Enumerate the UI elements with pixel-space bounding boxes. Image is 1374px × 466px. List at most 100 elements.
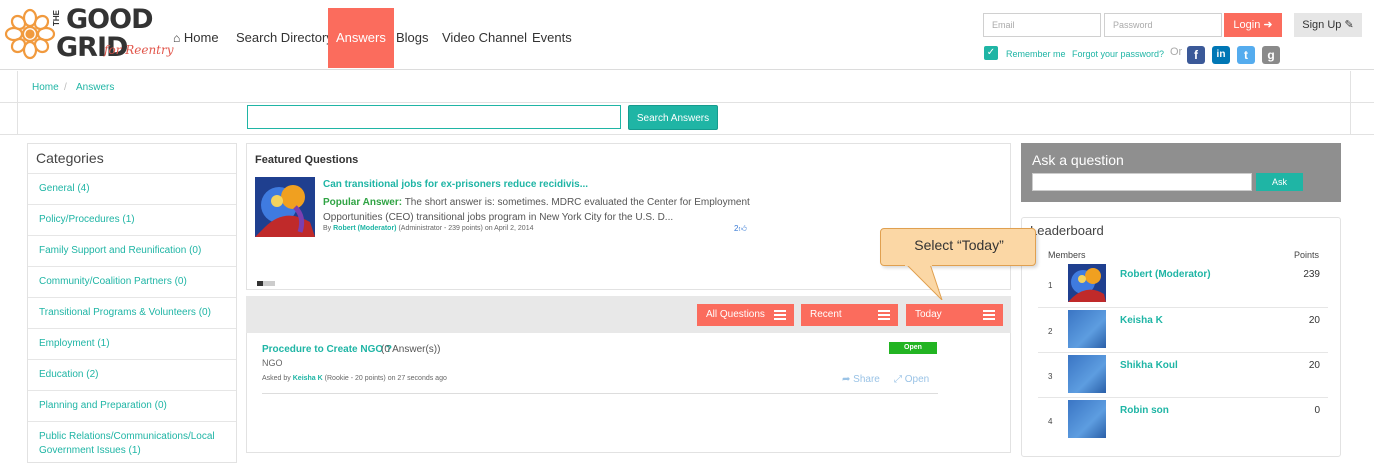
logo-the: THE xyxy=(52,10,61,26)
menu-icon xyxy=(878,310,890,320)
leaderboard-member-points: 20 xyxy=(1308,315,1320,326)
filter-today-label: Today xyxy=(915,309,942,320)
categories-panel: Categories General (4) Policy/Procedures… xyxy=(27,143,237,463)
breadcrumb xyxy=(0,71,1374,103)
remember-me-label: Remember me xyxy=(1006,49,1066,59)
leaderboard-rank: 3 xyxy=(1048,372,1053,381)
filter-recent-label: Recent xyxy=(810,309,842,320)
signup-button[interactable]: Sign Up ✎ xyxy=(1294,13,1362,37)
question-divider xyxy=(262,393,938,394)
nav-answers[interactable]: Answers xyxy=(328,8,394,68)
remember-me-checkbox[interactable]: ✓ xyxy=(984,46,998,60)
category-item[interactable]: Education (2) xyxy=(28,359,236,390)
carousel-dot[interactable] xyxy=(263,281,275,286)
leaderboard-row: 4 Robin son 0 xyxy=(1038,397,1328,442)
logo-flower-icon xyxy=(4,8,56,60)
nav-video-channel[interactable]: Video Channel xyxy=(442,8,527,68)
asked-author[interactable]: Keisha K xyxy=(293,375,323,382)
category-item[interactable]: Transitional Programs & Volunteers (0) xyxy=(28,297,236,328)
categories-title: Categories xyxy=(36,150,104,166)
thumbs-up-icon: 👍︎ xyxy=(738,224,747,233)
category-item[interactable]: General (4) xyxy=(28,173,236,204)
logo-tagline: for Reentry xyxy=(104,43,174,57)
leaderboard-points-header: Points xyxy=(1294,250,1320,260)
breadcrumb-home[interactable]: Home xyxy=(32,82,59,93)
filter-today-button[interactable]: Today xyxy=(906,304,1003,326)
left-divider xyxy=(17,71,18,135)
ask-question-input[interactable] xyxy=(1032,173,1252,191)
right-divider xyxy=(1350,71,1351,135)
login-button[interactable]: Login ➜ xyxy=(1224,13,1282,37)
featured-thumbnail xyxy=(255,177,315,237)
password-field[interactable]: Password xyxy=(1104,13,1222,37)
avatar[interactable] xyxy=(1068,355,1106,393)
callout-text: Select “Today” xyxy=(914,237,1004,253)
open-label: Open xyxy=(904,374,930,385)
nav-home-label: Home xyxy=(183,30,219,45)
leaderboard-member-name[interactable]: Robin son xyxy=(1120,405,1169,416)
search-input[interactable] xyxy=(247,105,621,129)
answer-count: (0 Answer(s)) xyxy=(381,344,441,355)
featured-answer: Popular Answer: The short answer is: som… xyxy=(323,195,753,225)
or-label: Or xyxy=(1170,46,1183,58)
byline-author[interactable]: Robert (Moderator) xyxy=(333,225,396,232)
nav-blogs[interactable]: Blogs xyxy=(396,8,429,68)
site-header: THE GOOD GRID for Reentry ⌂ Home Search … xyxy=(0,0,1374,70)
ask-question-title: Ask a question xyxy=(1032,152,1124,168)
login-button-label: Login xyxy=(1233,19,1261,31)
open-button[interactable]: ⤢ Open xyxy=(894,374,929,385)
featured-question-link[interactable]: Can transitional jobs for ex-prisoners r… xyxy=(323,179,588,190)
breadcrumb-answers[interactable]: Answers xyxy=(76,82,114,93)
leaderboard-members-header: Members xyxy=(1048,250,1086,260)
nav-search-directory[interactable]: Search Directory xyxy=(236,8,333,68)
facebook-icon[interactable]: f xyxy=(1187,46,1205,64)
forgot-password-link[interactable]: Forgot your password? xyxy=(1072,49,1164,59)
status-badge: Open xyxy=(889,342,937,354)
sign-in-icon: ➜ xyxy=(1263,19,1273,31)
leaderboard-member-points: 239 xyxy=(1303,269,1320,280)
nav-events[interactable]: Events xyxy=(532,8,572,68)
featured-likes[interactable]: 2👍︎ xyxy=(734,224,747,234)
google-icon[interactable]: g xyxy=(1262,46,1280,64)
filter-recent-button[interactable]: Recent xyxy=(801,304,898,326)
question-title-link[interactable]: Procedure to Create NGO ? xyxy=(262,344,392,355)
leaderboard-member-points: 20 xyxy=(1308,360,1320,371)
twitter-icon[interactable]: t xyxy=(1237,46,1255,64)
linkedin-icon[interactable]: in xyxy=(1212,46,1230,64)
avatar[interactable] xyxy=(1068,310,1106,348)
question-asked-by: Asked by Keisha K (Rookie - 20 points) o… xyxy=(262,375,447,382)
leaderboard-row: 1 Robert (Moderator) 239 xyxy=(1038,262,1328,307)
instruction-callout: Select “Today” xyxy=(880,228,1036,266)
category-item[interactable]: Planning and Preparation (0) xyxy=(28,390,236,421)
leaderboard-row: 3 Shikha Koul 20 xyxy=(1038,352,1328,397)
category-item[interactable]: Policy/Procedures (1) xyxy=(28,204,236,235)
leaderboard-member-name[interactable]: Shikha Koul xyxy=(1120,360,1178,371)
carousel-dots xyxy=(257,275,275,289)
share-button[interactable]: ➦ Share xyxy=(842,374,880,385)
leaderboard-member-name[interactable]: Robert (Moderator) xyxy=(1120,269,1211,280)
leaderboard-member-name[interactable]: Keisha K xyxy=(1120,315,1163,326)
search-answers-button[interactable]: Search Answers xyxy=(628,105,718,130)
home-icon: ⌂ xyxy=(173,31,181,45)
callout-pointer xyxy=(905,264,943,300)
ask-button[interactable]: Ask xyxy=(1256,173,1303,191)
popular-answer-label: Popular Answer: xyxy=(323,197,403,208)
avatar[interactable] xyxy=(1068,400,1106,438)
featured-questions-panel: Featured Questions Can transitional jobs… xyxy=(246,143,1011,290)
email-field[interactable]: Email xyxy=(983,13,1101,37)
menu-icon xyxy=(983,310,995,320)
category-item[interactable]: Community/Coalition Partners (0) xyxy=(28,266,236,297)
byline-prefix: By xyxy=(323,225,334,232)
category-item[interactable]: Family Support and Reunification (0) xyxy=(28,235,236,266)
category-item[interactable]: Public Relations/Communications/Local Go… xyxy=(28,421,236,466)
signup-button-label: Sign Up xyxy=(1302,19,1342,31)
leaderboard-member-points: 0 xyxy=(1314,405,1320,416)
nav-home[interactable]: ⌂ Home xyxy=(173,8,219,68)
category-item[interactable]: Employment (1) xyxy=(28,328,236,359)
breadcrumb-separator: / xyxy=(64,82,67,93)
avatar[interactable] xyxy=(1068,264,1106,302)
share-icon: ➦ xyxy=(842,374,851,385)
featured-byline: By Robert (Moderator) (Administrator - 2… xyxy=(323,225,533,232)
byline-suffix: (Administrator - 239 points) on April 2,… xyxy=(396,225,534,232)
filter-all-questions-button[interactable]: All Questions xyxy=(697,304,794,326)
